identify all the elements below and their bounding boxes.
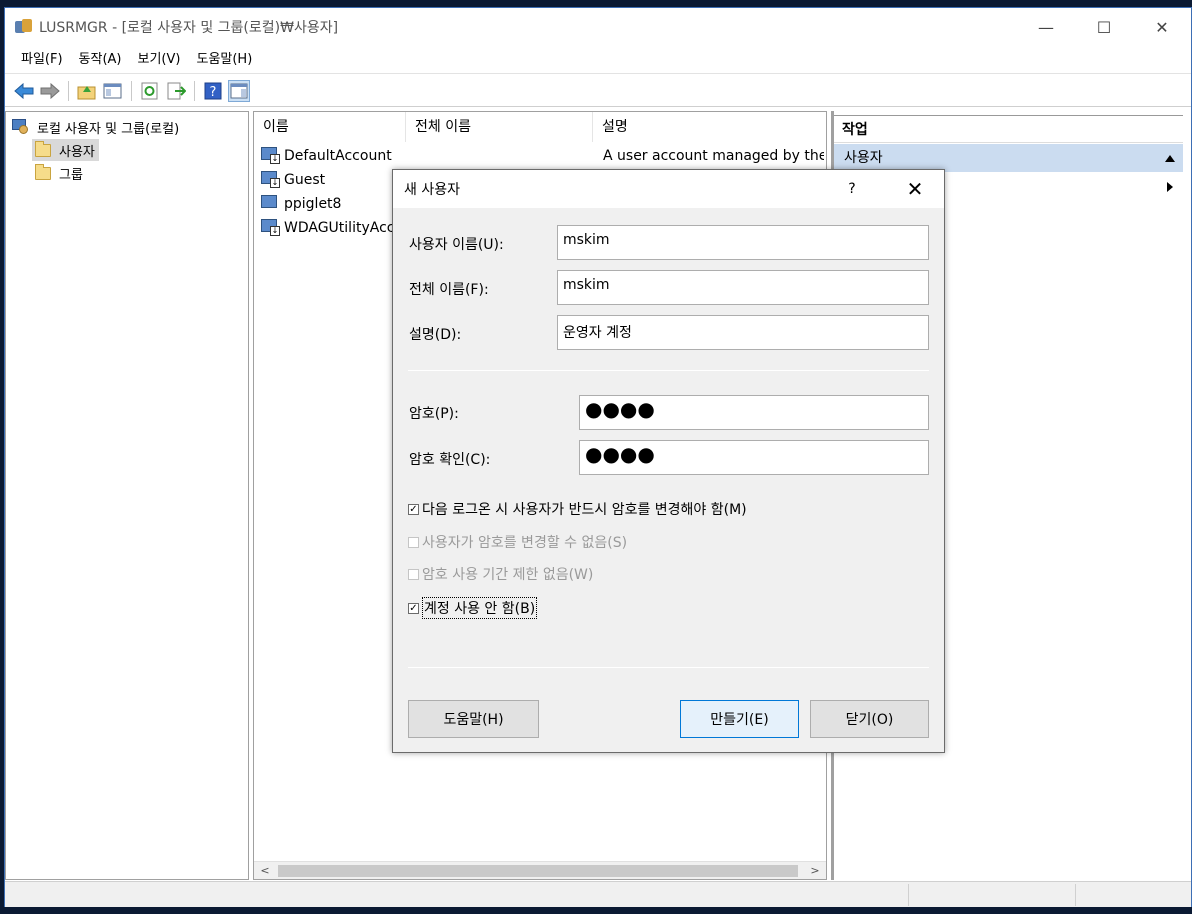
user-name: DefaultAccount <box>284 148 392 164</box>
separator <box>408 667 929 668</box>
dialog-help-icon[interactable]: ? <box>840 170 864 208</box>
scroll-right-button[interactable]: > <box>806 862 824 879</box>
tree-root-label: 로컬 사용자 및 그룹(로컬) <box>37 121 180 137</box>
menu-action[interactable]: 동작(A) <box>71 46 130 74</box>
user-name: Guest <box>284 172 326 188</box>
toolbar-separator <box>68 80 69 101</box>
user-name: ppiglet8 <box>284 196 342 212</box>
user-account-icon <box>261 195 281 213</box>
tree-item-groups-label: 그룹 <box>59 167 83 183</box>
scroll-left-button[interactable]: < <box>256 862 274 879</box>
username-label: 사용자 이름(U): <box>409 237 504 253</box>
user-name: WDAGUtilityAcc... <box>284 220 408 236</box>
description-field[interactable]: 운영자 계정 <box>557 315 929 350</box>
confirm-password-field[interactable]: ●●●● <box>579 440 929 475</box>
minimize-button[interactable]: — <box>1017 8 1075 46</box>
close-window-button[interactable]: ✕ <box>1133 8 1191 46</box>
checkbox-unchecked-icon <box>408 536 419 548</box>
menu-help[interactable]: 도움말(H) <box>188 46 260 74</box>
create-button[interactable]: 만들기(E) <box>680 700 799 738</box>
fullname-label: 전체 이름(F): <box>409 282 489 298</box>
title-bar: LUSRMGR - [로컬 사용자 및 그룹(로컬)₩사용자] — ☐ ✕ <box>5 8 1191 46</box>
user-account-icon: ↓ <box>261 147 281 165</box>
checkbox-checked-icon[interactable]: ✓ <box>408 503 419 515</box>
tree-root[interactable]: 로컬 사용자 및 그룹(로컬) <box>12 116 179 138</box>
list-item[interactable]: ↓ DefaultAccount <box>261 144 392 168</box>
tree-item-users[interactable]: 사용자 <box>32 139 99 161</box>
dialog-title: 새 사용자 <box>404 182 460 198</box>
must-change-password-checkbox[interactable]: ✓ 다음 로그온 시 사용자가 반드시 암호를 변경해야 함(M) <box>408 499 747 519</box>
user-description: A user account managed by the s <box>603 144 824 168</box>
scroll-thumb[interactable] <box>278 865 798 877</box>
tree-item-users-label: 사용자 <box>59 144 95 160</box>
toolbar-separator <box>194 80 195 101</box>
confirm-password-label: 암호 확인(C): <box>409 452 491 468</box>
menu-view[interactable]: 보기(V) <box>130 46 189 74</box>
svg-text:?: ? <box>210 85 217 100</box>
list-item[interactable]: ppiglet8 <box>261 192 341 216</box>
column-header-full-name[interactable]: 전체 이름 <box>406 112 593 142</box>
maximize-button[interactable]: ☐ <box>1075 8 1133 46</box>
list-item[interactable]: ↓ Guest <box>261 168 325 192</box>
help-button[interactable]: 도움말(H) <box>408 700 539 738</box>
help-icon[interactable]: ? <box>202 80 224 102</box>
password-never-expires-checkbox: 암호 사용 기간 제한 없음(W) <box>408 564 593 584</box>
cannot-change-password-label: 사용자가 암호를 변경할 수 없음(S) <box>422 535 628 551</box>
account-disabled-checkbox[interactable]: ✓ 계정 사용 안 함(B) <box>408 597 538 619</box>
show-hide-action-pane-icon[interactable] <box>228 79 250 102</box>
column-header-description[interactable]: 설명 <box>593 112 826 142</box>
status-segment <box>1075 884 1191 906</box>
username-field[interactable]: mskim <box>557 225 929 260</box>
forward-arrow-icon[interactable] <box>39 80 61 102</box>
user-account-icon: ↓ <box>261 171 281 189</box>
export-list-icon[interactable] <box>165 80 187 102</box>
submenu-arrow-icon[interactable] <box>1167 182 1173 192</box>
computer-users-icon <box>12 119 30 135</box>
toolbar: ? <box>5 75 1191 107</box>
menu-bar: 파일(F) 동작(A) 보기(V) 도움말(H) <box>5 46 1191 74</box>
list-item[interactable]: ↓ WDAGUtilityAcc... <box>261 216 408 240</box>
password-label: 암호(P): <box>409 406 459 422</box>
folder-icon <box>35 163 51 180</box>
description-label: 설명(D): <box>409 327 462 343</box>
collapse-arrow-icon[interactable] <box>1165 155 1175 162</box>
horizontal-scrollbar[interactable]: < > <box>254 861 826 879</box>
window-title: LUSRMGR - [로컬 사용자 및 그룹(로컬)₩사용자] <box>39 20 339 36</box>
lusrmgr-app-icon <box>15 18 33 36</box>
show-hide-tree-icon[interactable] <box>102 80 124 102</box>
tree-item-groups[interactable]: 그룹 <box>32 162 83 184</box>
must-change-password-label: 다음 로그온 시 사용자가 반드시 암호를 변경해야 함(M) <box>422 502 747 518</box>
status-segment <box>908 884 1075 906</box>
account-disabled-label: 계정 사용 안 함(B) <box>422 597 538 619</box>
user-description-text: A user account managed by the s <box>603 148 824 164</box>
up-folder-icon[interactable] <box>76 80 98 102</box>
new-user-dialog: 새 사용자 ? ✕ 사용자 이름(U): mskim 전체 이름(F): msk… <box>392 169 945 753</box>
checkbox-unchecked-icon <box>408 568 419 580</box>
separator <box>408 370 929 371</box>
console-tree: 로컬 사용자 및 그룹(로컬) 사용자 그룹 <box>5 111 249 880</box>
refresh-icon[interactable] <box>139 80 161 102</box>
close-button[interactable]: 닫기(O) <box>810 700 929 738</box>
folder-icon <box>35 140 51 157</box>
action-pane-header: 작업 <box>834 115 1183 143</box>
password-field[interactable]: ●●●● <box>579 395 929 430</box>
user-account-icon: ↓ <box>261 219 281 237</box>
menu-file[interactable]: 파일(F) <box>13 46 71 74</box>
column-header-name[interactable]: 이름 <box>254 112 406 142</box>
cannot-change-password-checkbox: 사용자가 암호를 변경할 수 없음(S) <box>408 532 627 552</box>
fullname-field[interactable]: mskim <box>557 270 929 305</box>
action-group-users-label: 사용자 <box>844 150 883 166</box>
back-arrow-icon[interactable] <box>13 80 35 102</box>
action-group-users[interactable]: 사용자 <box>834 144 1183 172</box>
status-bar <box>5 881 1191 907</box>
toolbar-separator <box>131 80 132 101</box>
checkbox-checked-icon[interactable]: ✓ <box>408 602 419 614</box>
dialog-close-icon[interactable]: ✕ <box>900 170 930 208</box>
password-never-expires-label: 암호 사용 기간 제한 없음(W) <box>422 567 594 583</box>
